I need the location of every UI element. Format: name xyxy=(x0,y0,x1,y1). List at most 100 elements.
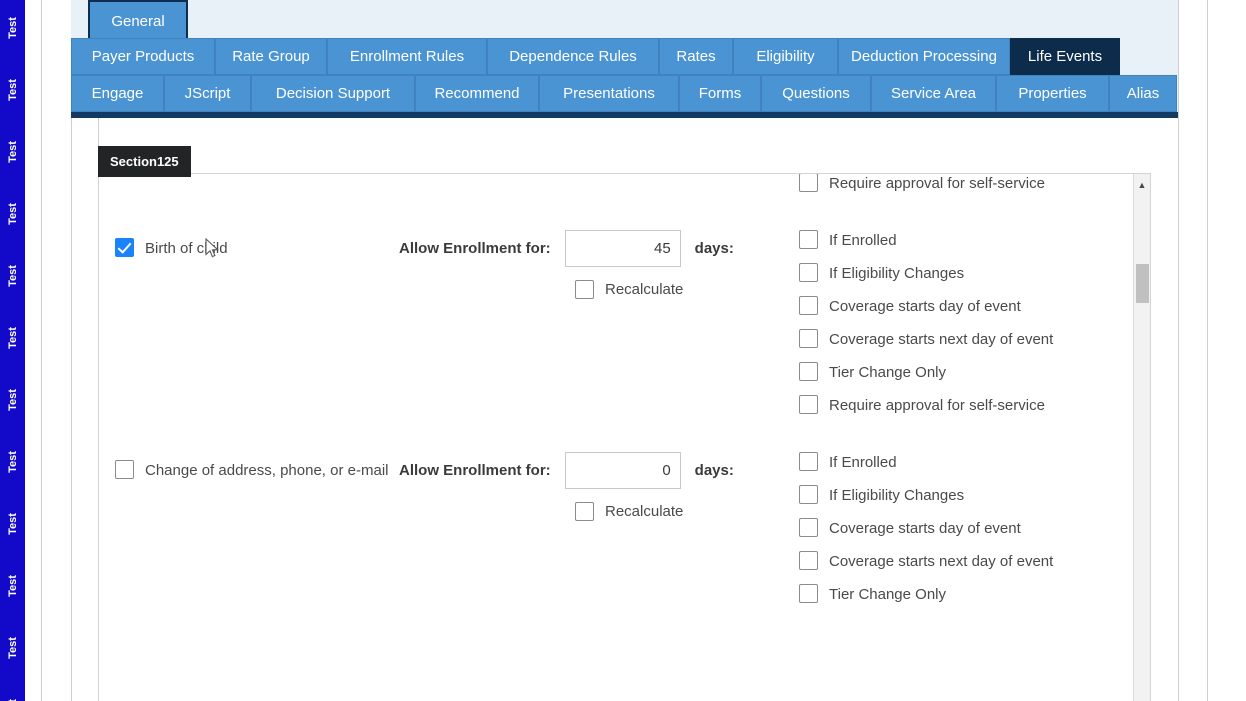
option-checkbox[interactable] xyxy=(799,551,818,570)
option-checkbox[interactable] xyxy=(799,329,818,348)
tab-life-events[interactable]: Life Events xyxy=(1010,38,1120,75)
option-label: Coverage starts next day of event xyxy=(829,553,1054,570)
test-watermark-label: Test xyxy=(7,451,19,473)
checkbox-row[interactable]: Coverage starts day of event xyxy=(799,296,1119,317)
life-event-options-cell: Coverage starts day of eventCoverage sta… xyxy=(799,174,1119,206)
checkbox-row[interactable]: If Eligibility Changes xyxy=(799,263,1119,284)
tab-general[interactable]: General xyxy=(88,0,188,43)
life-event-options-cell: If Enrolled If Eligibility Changes Coverag… xyxy=(799,230,1119,428)
test-watermark-label: Test xyxy=(7,79,19,101)
recalculate-checkbox[interactable] xyxy=(575,280,594,299)
option-checkbox[interactable] xyxy=(799,263,818,282)
enrollment-settings-cell: Allow Enrollment for: 0 days: Recalculate xyxy=(399,452,799,522)
tab-rate-group[interactable]: Rate Group xyxy=(215,38,327,75)
tab-decision-support[interactable]: Decision Support xyxy=(251,75,415,112)
tab-deduction-processing[interactable]: Deduction Processing xyxy=(838,38,1010,75)
life-event-checkbox[interactable] xyxy=(115,238,134,257)
option-checkbox[interactable] xyxy=(799,296,818,315)
test-watermark-label: Test xyxy=(7,265,19,287)
life-event-checkbox[interactable] xyxy=(115,460,134,479)
option-checkbox[interactable] xyxy=(799,362,818,381)
tab-recommend[interactable]: Recommend xyxy=(415,75,539,112)
checkbox-row[interactable]: Coverage starts next day of event xyxy=(799,329,1119,350)
tab-enrollment-rules[interactable]: Enrollment Rules xyxy=(327,38,487,75)
allow-enrollment-label: Allow Enrollment for: xyxy=(399,240,551,257)
option-checkbox[interactable] xyxy=(799,485,818,504)
allow-enrollment-label: Allow Enrollment for: xyxy=(399,462,551,479)
life-event-row: Birth of child Allow Enrollment for: 45 day… xyxy=(99,230,1134,452)
life-event-row: RecalculateCoverage starts day of eventC… xyxy=(99,174,1134,230)
tab-jscript[interactable]: JScript xyxy=(164,75,251,112)
option-checkbox[interactable] xyxy=(799,584,818,603)
tab-service-area[interactable]: Service Area xyxy=(871,75,996,112)
section-tab-section125[interactable]: Section125 xyxy=(98,146,191,177)
option-label: If Enrolled xyxy=(829,454,897,471)
allow-enrollment-row: Allow Enrollment for: 0 days: xyxy=(399,452,799,489)
life-event-label: Birth of child xyxy=(145,240,228,257)
option-checkbox[interactable] xyxy=(799,452,818,471)
tab-label: Dependence Rules xyxy=(509,48,637,65)
test-watermark-label: Test xyxy=(7,575,19,597)
tab-label: Recommend xyxy=(434,85,520,102)
enrollment-days-input[interactable]: 45 xyxy=(564,230,681,267)
checkbox-row[interactable]: Require approval for self-service xyxy=(799,174,1119,194)
scrollbar-thumb[interactable] xyxy=(1136,264,1149,303)
tab-label: Properties xyxy=(1018,85,1087,102)
checkbox-row[interactable]: Change of address, phone, or e-mail xyxy=(115,460,405,481)
tab-label: Payer Products xyxy=(91,48,195,65)
checkbox-row[interactable]: Recalculate xyxy=(575,501,799,522)
option-label: If Eligibility Changes xyxy=(829,487,965,504)
tab-label: Eligibility xyxy=(756,48,815,65)
enrollment-days-input[interactable]: 0 xyxy=(564,452,681,489)
days-label: days: xyxy=(694,240,734,257)
checkbox-row[interactable]: Birth of child xyxy=(115,238,405,259)
scroll-up-arrow-icon[interactable]: ▲ xyxy=(1134,178,1150,192)
option-checkbox[interactable] xyxy=(799,518,818,537)
tab-questions[interactable]: Questions xyxy=(761,75,871,112)
checkbox-row[interactable]: If Eligibility Changes xyxy=(799,485,1119,506)
tab-label: Decision Support xyxy=(275,85,391,102)
recalculate-label: Recalculate xyxy=(605,503,684,520)
tab-eligibility[interactable]: Eligibility xyxy=(733,38,838,75)
test-watermark-label: Test xyxy=(7,637,19,659)
life-events-list: RecalculateCoverage starts day of eventC… xyxy=(99,174,1134,641)
checkbox-row[interactable]: Coverage starts next day of event xyxy=(799,551,1119,572)
test-watermark-label: Test xyxy=(7,17,19,39)
life-event-name-cell: Birth of child xyxy=(115,230,405,270)
tab-forms[interactable]: Forms xyxy=(679,75,761,112)
checkbox-row[interactable]: Tier Change Only xyxy=(799,584,1119,605)
checkbox-row[interactable]: Coverage starts day of event xyxy=(799,518,1119,539)
vertical-scrollbar[interactable]: ▲ xyxy=(1133,174,1150,701)
tab-dependence-rules[interactable]: Dependence Rules xyxy=(487,38,659,75)
option-label: Coverage starts day of event xyxy=(829,298,1021,315)
checkbox-row[interactable]: If Enrolled xyxy=(799,452,1119,473)
tab-alias[interactable]: Alias xyxy=(1109,75,1177,112)
allow-enrollment-row: Allow Enrollment for: 45 days: xyxy=(399,230,799,267)
tab-presentations[interactable]: Presentations xyxy=(539,75,679,112)
tab-label: Questions xyxy=(782,85,850,102)
tab-properties[interactable]: Properties xyxy=(996,75,1109,112)
test-watermark-label: Test xyxy=(7,203,19,225)
tab-navigation-band: General Payer Products Rate Group Enrollme… xyxy=(71,0,1178,118)
tab-rates[interactable]: Rates xyxy=(659,38,733,75)
background-rule-4 xyxy=(1178,0,1179,701)
option-checkbox[interactable] xyxy=(799,230,818,249)
section-tab-label: Section125 xyxy=(110,154,179,169)
tab-engage[interactable]: Engage xyxy=(71,75,164,112)
tab-label: Enrollment Rules xyxy=(349,48,465,65)
checkbox-row[interactable]: If Enrolled xyxy=(799,230,1119,251)
checkbox-row[interactable]: Tier Change Only xyxy=(799,362,1119,383)
option-label: Tier Change Only xyxy=(829,586,946,603)
checkbox-row[interactable]: Recalculate xyxy=(575,279,799,300)
tab-row-primary: General xyxy=(88,0,188,43)
tab-label: Forms xyxy=(698,85,742,102)
test-watermark-strip: Test Test Test Test Test Test Test Test Test Test… xyxy=(0,0,25,701)
checkbox-row[interactable]: Require approval for self-service xyxy=(799,395,1119,416)
option-checkbox[interactable] xyxy=(799,395,818,414)
tab-payer-products[interactable]: Payer Products xyxy=(71,38,215,75)
test-watermark-label: Test xyxy=(7,513,19,535)
enrollment-settings-cell: Allow Enrollment for: 45 days: Recalculate xyxy=(399,230,799,300)
tab-row-secondary: Payer Products Rate Group Enrollment Rules… xyxy=(71,38,1120,75)
option-checkbox[interactable] xyxy=(799,174,818,192)
recalculate-checkbox[interactable] xyxy=(575,502,594,521)
